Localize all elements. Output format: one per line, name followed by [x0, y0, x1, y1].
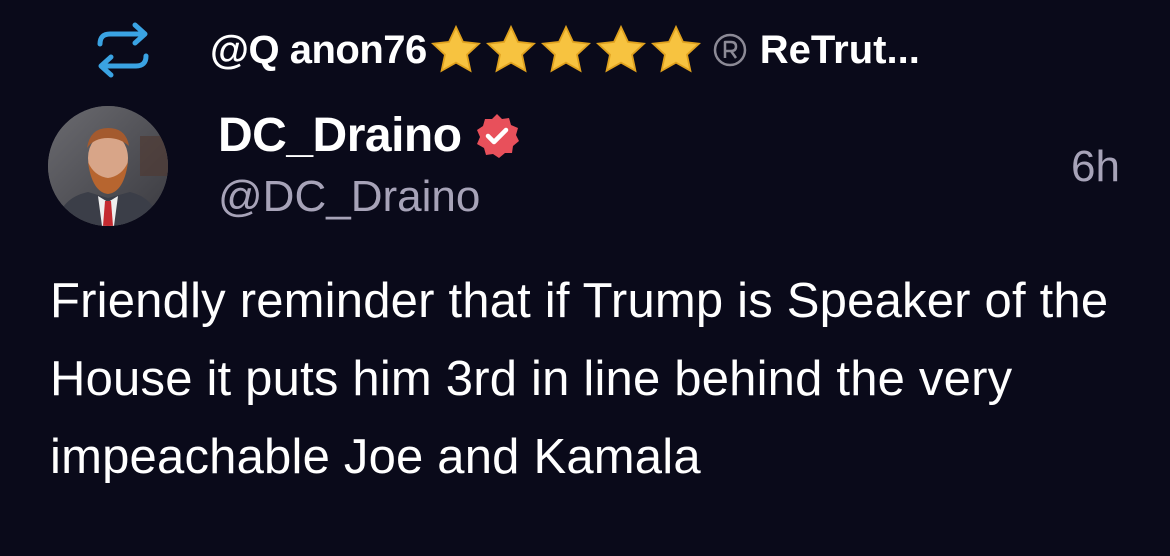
post-body-text: Friendly reminder that if Trump is Speak…	[50, 274, 1109, 484]
star-icon	[650, 24, 701, 73]
author-name-row: DC_Draino	[218, 108, 522, 163]
verified-badge-icon	[476, 113, 519, 158]
retruth-username[interactable]: @Q anon76	[210, 28, 427, 73]
retruth-header: @Q anon76 ReTrut...	[92, 22, 920, 78]
registered-mark-icon	[713, 33, 747, 67]
star-icon	[430, 24, 481, 73]
retruth-label: ReTrut...	[759, 27, 920, 72]
star-icon	[595, 24, 646, 73]
author-handle[interactable]: @DC_Draino	[218, 172, 480, 222]
retruth-icon[interactable]	[92, 22, 160, 78]
author-display-name[interactable]: DC_Draino	[218, 108, 462, 163]
star-rating	[429, 23, 704, 77]
star-icon	[540, 24, 591, 73]
star-icon	[485, 24, 536, 73]
post-timestamp[interactable]: 6h	[1071, 142, 1120, 192]
avatar[interactable]	[48, 106, 168, 226]
